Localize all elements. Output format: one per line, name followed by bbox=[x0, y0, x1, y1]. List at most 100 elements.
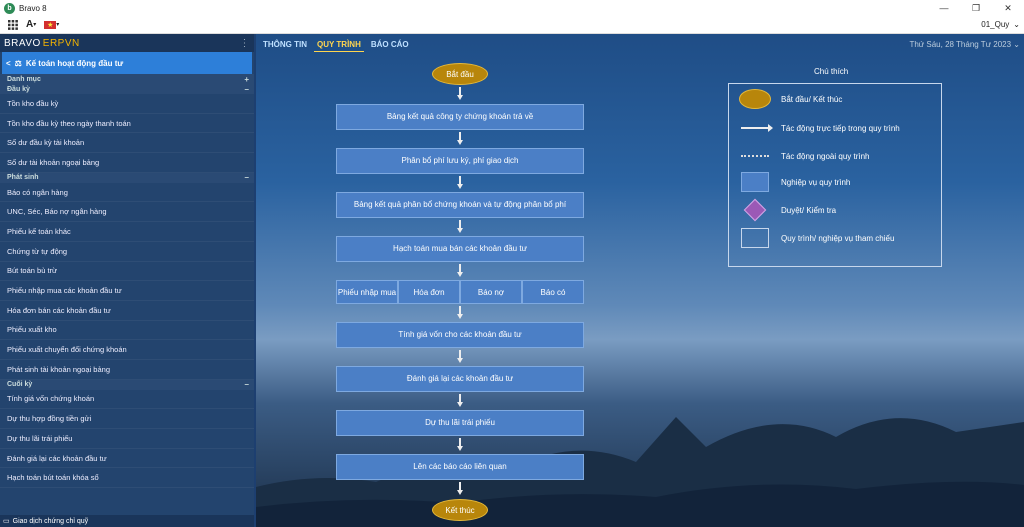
language-button[interactable]: ★ ▾ bbox=[44, 20, 59, 29]
section-toggle-icon[interactable]: – bbox=[245, 85, 249, 94]
background-trees bbox=[256, 417, 1024, 527]
flow-step[interactable]: Tính giá vốn cho các khoản đầu tư bbox=[336, 322, 584, 348]
legend: Bắt đầu/ Kết thúc Tác động trực tiếp tro… bbox=[728, 83, 942, 267]
flow-arrow bbox=[457, 438, 463, 452]
sidebar-item[interactable]: Phiếu nhập mua các khoản đầu tư bbox=[0, 281, 254, 301]
legend-item: Tác động ngoài quy trình bbox=[729, 145, 943, 167]
section-toggle-icon[interactable]: + bbox=[244, 75, 249, 84]
legend-item: Nghiệp vụ quy trình bbox=[729, 171, 943, 193]
toolbar: A ▾ ★ ▾ 01_Quy ⌄ bbox=[0, 16, 1024, 34]
legend-item: Bắt đầu/ Kết thúc bbox=[729, 88, 943, 110]
module-title: Kế toán hoạt động đầu tư bbox=[25, 58, 124, 68]
sidebar-item[interactable]: Tính giá vốn chứng khoán bbox=[0, 390, 254, 410]
flow-step[interactable]: Lên các báo cáo liên quan bbox=[336, 454, 584, 480]
sidebar-section-header[interactable]: Danh mục + bbox=[0, 74, 254, 84]
vietnam-flag-icon: ★ bbox=[44, 20, 57, 29]
arrow-symbol-icon bbox=[741, 124, 773, 132]
sidebar-item[interactable]: Hạch toán bút toán khóa sổ bbox=[0, 468, 254, 489]
process-box-icon bbox=[741, 172, 769, 192]
sidebar-section-header[interactable]: Phát sinh – bbox=[0, 172, 254, 183]
tab-reports[interactable]: BÁO CÁO bbox=[368, 38, 412, 52]
legend-item: Quy trình/ nghiệp vụ tham chiếu bbox=[729, 227, 943, 249]
sidebar-item[interactable]: Chứng từ tự động bbox=[0, 242, 254, 262]
flow-step[interactable]: Phân bổ phí lưu ký, phí giao dịch bbox=[336, 148, 584, 174]
module-header[interactable]: < ⚖ Kế toán hoạt động đầu tư bbox=[2, 52, 252, 74]
sidebar-item[interactable]: Bút toán bù trừ bbox=[0, 262, 254, 282]
restore-button[interactable]: ❐ bbox=[960, 0, 992, 16]
flow-end[interactable]: Kết thúc bbox=[432, 499, 488, 521]
flow-step[interactable]: Bảng kết quả phân bổ chứng khoán và tự đ… bbox=[336, 192, 584, 218]
sidebar-section-header[interactable]: Đầu kỳ – bbox=[0, 84, 254, 94]
brand-logo: BRAVO ERPVN ⋮ bbox=[0, 34, 254, 52]
app-logo-icon: b bbox=[4, 2, 15, 14]
window-title: Bravo 8 bbox=[19, 3, 47, 13]
chevron-down-icon: ⌄ bbox=[1013, 40, 1020, 49]
sidebar-item[interactable]: Phát sinh tài khoản ngoại bảng bbox=[0, 360, 254, 380]
flow-arrow bbox=[457, 132, 463, 146]
tab-info[interactable]: THÔNG TIN bbox=[260, 38, 310, 52]
oval-symbol-icon bbox=[739, 89, 771, 109]
reference-box-icon bbox=[741, 228, 769, 248]
flow-substep[interactable]: Báo nợ bbox=[460, 280, 522, 304]
sidebar-item[interactable]: Báo có ngân hàng bbox=[0, 183, 254, 203]
section-toggle-icon[interactable]: – bbox=[245, 380, 249, 389]
sidebar: BRAVO ERPVN ⋮ < ⚖ Kế toán hoạt động đầu t… bbox=[0, 34, 254, 527]
sidebar-section-header[interactable]: Cuối kỳ – bbox=[0, 379, 254, 390]
sidebar-section-title: Cuối kỳ bbox=[7, 381, 33, 389]
date-selector[interactable]: Thứ Sáu, 28 Tháng Tư 2023 ⌄ bbox=[909, 40, 1020, 49]
diamond-icon bbox=[743, 198, 767, 222]
sidebar-item[interactable]: Số dư tài khoản ngoại bảng bbox=[0, 153, 254, 173]
main-panel: THÔNG TIN QUY TRÌNH BÁO CÁO Thứ Sáu, 28 … bbox=[256, 34, 1024, 527]
flow-arrow bbox=[457, 306, 463, 320]
title-bar: b Bravo 8 — ❐ ✕ bbox=[0, 0, 1024, 16]
flow-arrow bbox=[457, 87, 463, 101]
flow-arrow bbox=[457, 350, 463, 364]
scale-icon: ⚖ bbox=[14, 58, 22, 68]
sidebar-item[interactable]: Số dư đầu kỳ tài khoản bbox=[0, 133, 254, 154]
flow-arrow bbox=[457, 264, 463, 278]
sidebar-list: Danh mục + Đầu kỳ – Tồn kho đầu kỳ Tồn kho đầ… bbox=[0, 74, 254, 489]
sidebar-section-title: Phát sinh bbox=[7, 174, 39, 182]
flow-substep[interactable]: Báo có bbox=[522, 280, 584, 304]
flow-start[interactable]: Bắt đầu bbox=[432, 63, 488, 85]
flow-step[interactable]: Đánh giá lại các khoản đầu tư bbox=[336, 366, 584, 392]
flow-substep[interactable]: Phiếu nhập mua bbox=[336, 280, 398, 304]
section-toggle-icon[interactable]: – bbox=[245, 173, 249, 182]
sidebar-item[interactable]: Phiếu xuất kho bbox=[0, 321, 254, 341]
legend-item: Duyệt/ Kiểm tra bbox=[729, 198, 943, 222]
flow-arrow bbox=[457, 394, 463, 408]
sidebar-item[interactable]: Tồn kho đầu kỳ bbox=[0, 94, 254, 114]
sidebar-item[interactable]: Tồn kho đầu kỳ theo ngày thanh toán bbox=[0, 114, 254, 134]
flow-step[interactable]: Bảng kết quả công ty chứng khoán trả về bbox=[336, 104, 584, 130]
sidebar-item[interactable]: UNC, Séc, Báo nợ ngân hàng bbox=[0, 202, 254, 223]
company-selector[interactable]: 01_Quy ⌄ bbox=[981, 20, 1020, 29]
dotted-line-icon bbox=[741, 155, 769, 157]
flow-step[interactable]: Dự thu lãi trái phiếu bbox=[336, 410, 584, 436]
sidebar-item[interactable]: Dự thu hợp đồng tiền gửi bbox=[0, 409, 254, 429]
flow-arrow bbox=[457, 220, 463, 234]
flow-substep[interactable]: Hóa đơn bbox=[398, 280, 460, 304]
flow-step[interactable]: Hạch toán mua bán các khoản đầu tư bbox=[336, 236, 584, 262]
sidebar-item[interactable]: Đánh giá lại các khoản đầu tư bbox=[0, 449, 254, 469]
minimize-button[interactable]: — bbox=[928, 0, 960, 16]
flow-substeps: Phiếu nhập mua Hóa đơn Báo nợ Báo có bbox=[336, 280, 584, 304]
sidebar-item[interactable]: Phiếu kế toán khác bbox=[0, 222, 254, 242]
sidebar-footer-item[interactable]: ▭ Giao dịch chứng chỉ quỹ bbox=[0, 515, 254, 527]
sidebar-section-title: Đầu kỳ bbox=[7, 85, 30, 93]
folder-icon: ▭ bbox=[3, 518, 10, 525]
main-tabs: THÔNG TIN QUY TRÌNH BÁO CÁO bbox=[260, 38, 412, 52]
chevron-down-icon: ⌄ bbox=[1013, 20, 1020, 29]
font-size-button[interactable]: A ▾ bbox=[26, 19, 36, 30]
sidebar-section-title: Danh mục bbox=[7, 75, 41, 83]
grid-icon[interactable] bbox=[8, 19, 18, 30]
sidebar-item[interactable]: Phiếu xuất chuyển đổi chứng khoán bbox=[0, 340, 254, 360]
tab-process[interactable]: QUY TRÌNH bbox=[314, 38, 364, 52]
sidebar-menu-icon[interactable]: ⋮ bbox=[240, 38, 251, 49]
legend-item: Tác động trực tiếp trong quy trình bbox=[729, 117, 943, 139]
flow-arrow bbox=[457, 482, 463, 496]
close-button[interactable]: ✕ bbox=[992, 0, 1024, 16]
sidebar-item[interactable]: Dự thu lãi trái phiếu bbox=[0, 429, 254, 449]
sidebar-item[interactable]: Hóa đơn bán các khoản đầu tư bbox=[0, 301, 254, 321]
back-icon[interactable]: < bbox=[6, 59, 11, 68]
flow-arrow bbox=[457, 176, 463, 190]
